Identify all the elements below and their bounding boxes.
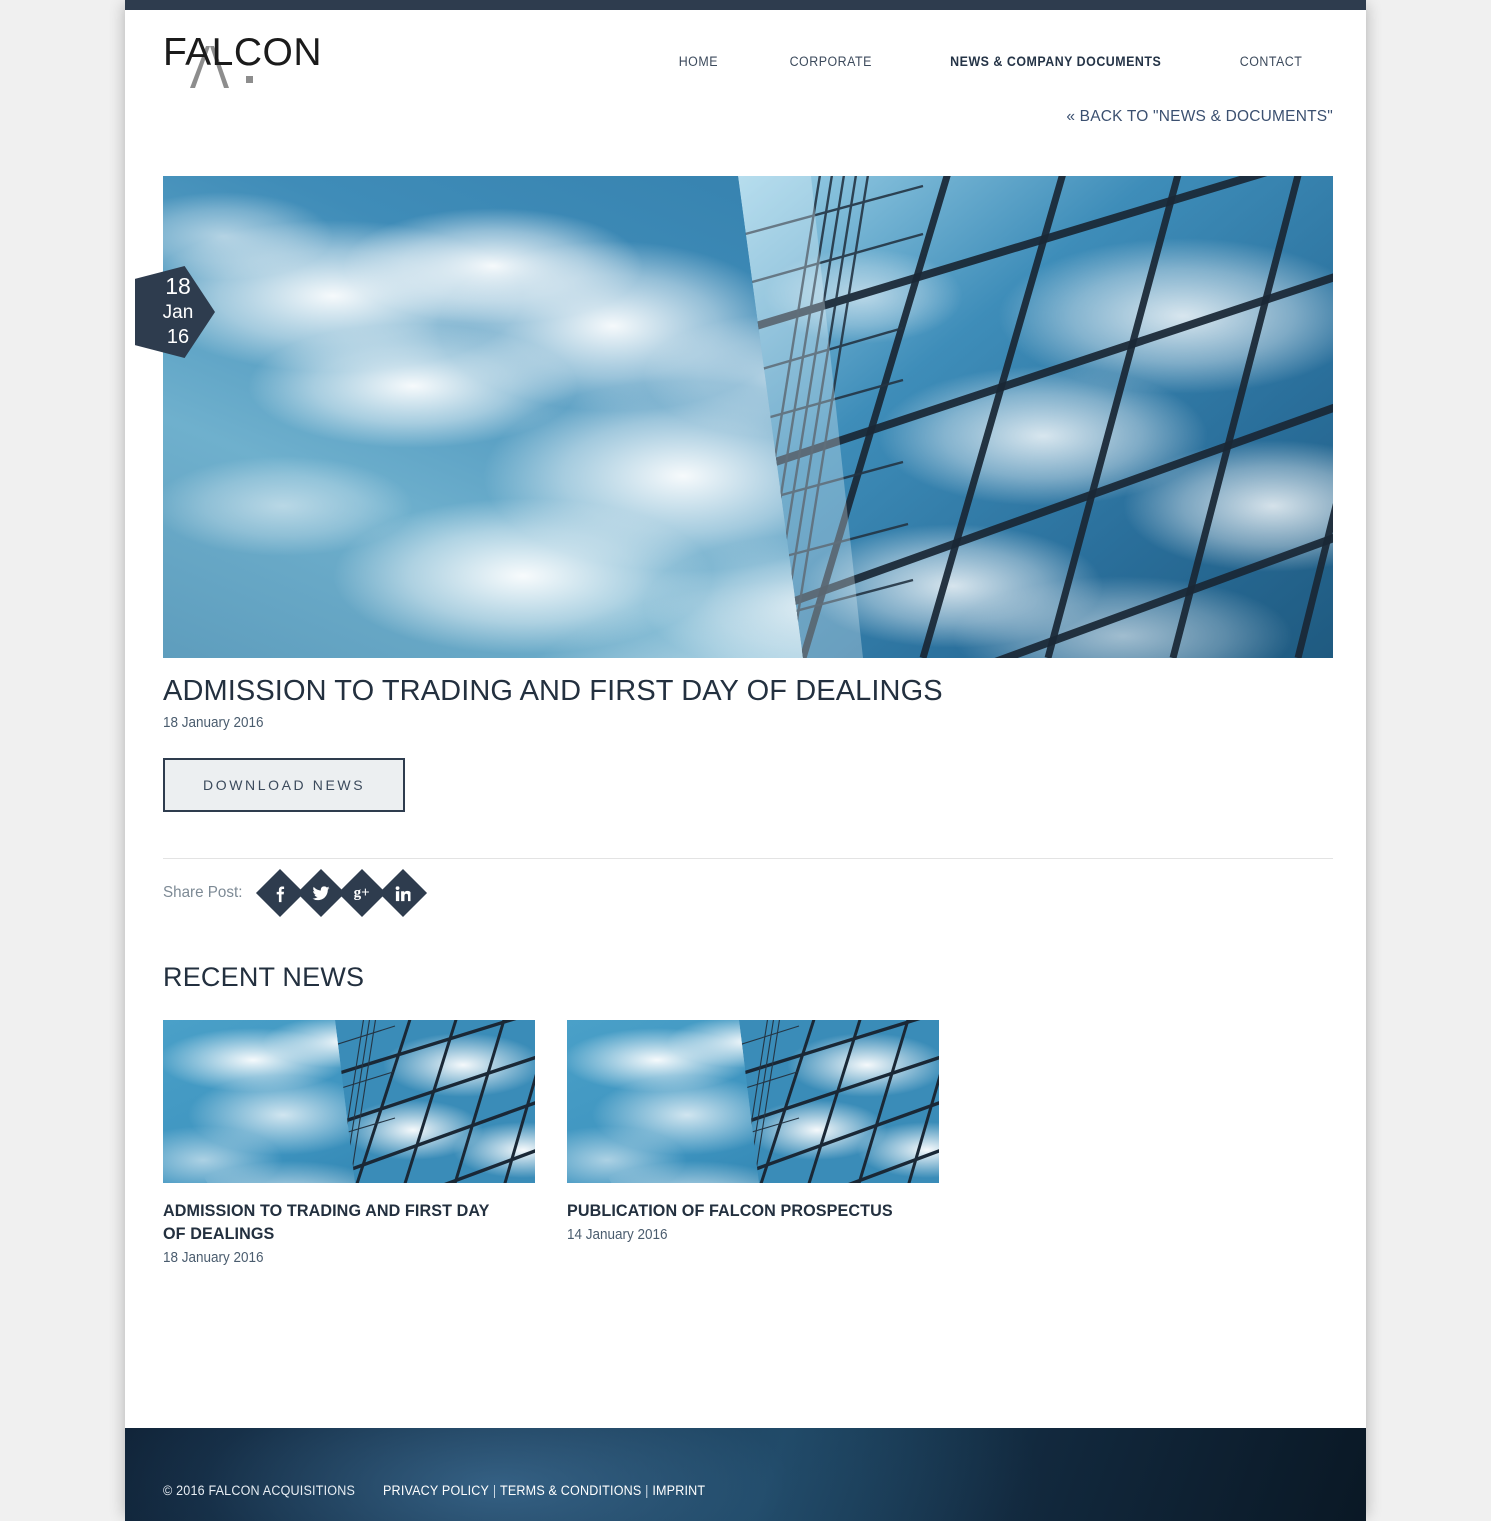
page-container: FALCON HOME CORPORATE NEWS & COMPANY DOC… [125,0,1366,1521]
googleplus-glyph-icon: g+ [353,884,370,901]
footer-background [125,1428,1366,1521]
back-to-news-link[interactable]: « BACK TO "NEWS & DOCUMENTS" [1066,108,1333,126]
recent-news-thumbnail [567,1020,939,1183]
back-link-bar: « BACK TO "NEWS & DOCUMENTS" [125,108,1366,144]
main-navigation: HOME CORPORATE NEWS & COMPANY DOCUMENTS … [644,54,1338,69]
footer-link-terms-conditions[interactable]: TERMS & CONDITIONS [500,1483,641,1498]
article-title: ADMISSION TO TRADING AND FIRST DAY OF DE… [163,675,943,707]
recent-news-heading: RECENT NEWS [163,962,365,992]
footer-link-privacy-policy[interactable]: PRIVACY POLICY [383,1483,489,1498]
logo-wordmark: FALCON [163,31,323,74]
share-post-section: Share Post: g+ [163,868,427,918]
footer-separator: | [493,1483,497,1498]
thumbnail-artwork [163,1020,535,1183]
footer-link-imprint[interactable]: IMPRINT [653,1483,706,1498]
nav-item-contact[interactable]: CONTACT [1209,54,1332,69]
recent-news-card-title: PUBLICATION OF FALCON PROSPECTUS [567,1201,893,1220]
hero-section: 18 Jan 16 [135,176,1333,658]
download-news-button[interactable]: DOWNLOAD NEWS [163,758,406,812]
recent-news-card[interactable]: PUBLICATION OF FALCON PROSPECTUS 14 Janu… [567,1020,939,1266]
footer-copyright: © 2016 FALCON ACQUISITIONS [163,1483,356,1498]
article-block: ADMISSION TO TRADING AND FIRST DAY OF DE… [163,672,1333,812]
recent-news-card-title: ADMISSION TO TRADING AND FIRST DAY OF DE… [163,1201,490,1243]
recent-news-card-date: 14 January 2016 [567,1227,668,1243]
top-accent-bar [125,0,1366,10]
nav-item-news-company-documents[interactable]: NEWS & COMPANY DOCUMENTS [920,54,1192,69]
recent-news-card[interactable]: ADMISSION TO TRADING AND FIRST DAY OF DE… [163,1020,535,1266]
recent-news-thumbnail [163,1020,535,1183]
site-header: FALCON HOME CORPORATE NEWS & COMPANY DOC… [125,10,1366,100]
footer-separator: | [645,1483,650,1498]
footer-links: PRIVACY POLICY | TERMS & CONDITIONS | IMPRIN… [383,1483,705,1498]
article-date: 18 January 2016 [163,715,264,731]
twitter-glyph-icon [312,885,330,900]
thumbnail-artwork [567,1020,939,1183]
recent-news-card-date: 18 January 2016 [163,1250,264,1266]
logo-dot-icon [246,76,253,83]
hero-image [163,176,1333,658]
site-logo[interactable]: FALCON [163,32,403,90]
linkedin-share-icon[interactable] [378,868,427,918]
nav-item-home[interactable]: HOME [649,54,749,69]
facebook-glyph-icon [276,885,284,902]
site-footer: © 2016 FALCON ACQUISITIONS PRIVACY POLIC… [125,1428,1366,1521]
nav-item-corporate[interactable]: CORPORATE [759,54,902,69]
linkedin-glyph-icon [395,885,411,901]
recent-news-grid: ADMISSION TO TRADING AND FIRST DAY OF DE… [163,1020,1333,1266]
badge-month: Jan [162,302,194,323]
hero-image-artwork [163,176,1333,658]
footer-content: © 2016 FALCON ACQUISITIONS PRIVACY POLIC… [163,1483,730,1498]
share-post-label: Share Post: [163,884,243,901]
content-divider [163,858,1333,859]
